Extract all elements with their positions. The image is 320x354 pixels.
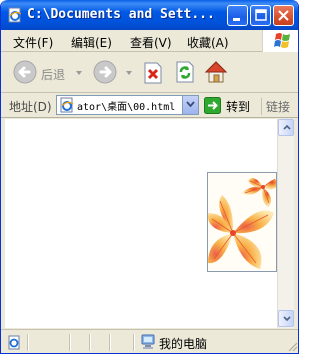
my-computer-icon <box>141 334 155 349</box>
status-bar: 我的电脑 <box>1 329 298 353</box>
title-bar[interactable]: C:\Documents and Sett... <box>1 0 298 30</box>
scroll-up-button[interactable] <box>278 119 294 136</box>
browser-window: C:\Documents and Sett... 文件(F) 编辑(E) 查看(… <box>0 0 299 354</box>
menu-bar: 文件(F) 编辑(E) 查看(V) 收藏(A) <box>1 30 298 52</box>
forward-dropdown-icon[interactable] <box>126 71 132 75</box>
back-label[interactable]: 后退 <box>41 66 65 83</box>
toolbar: 后退 <box>1 53 298 93</box>
address-input[interactable]: ator\桌面\00.html <box>56 95 199 115</box>
flower-illustration-icon <box>208 173 276 271</box>
go-label[interactable]: 转到 <box>226 98 250 115</box>
windows-logo <box>262 30 298 52</box>
address-bar: 地址(D) ator\桌面\00.html 转到 链接 <box>1 93 298 118</box>
windows-flag-icon <box>274 33 290 48</box>
close-button[interactable] <box>273 5 294 26</box>
chevron-down-icon <box>283 316 291 321</box>
status-divider <box>133 334 135 351</box>
status-zone-label: 我的电脑 <box>159 337 208 351</box>
ie-page-icon <box>8 7 22 23</box>
minimize-button[interactable] <box>227 5 248 26</box>
status-divider <box>27 334 29 351</box>
home-icon[interactable] <box>204 60 228 84</box>
address-value[interactable]: ator\桌面\00.html <box>77 98 179 113</box>
status-divider <box>69 334 71 351</box>
status-divider <box>89 334 91 351</box>
address-dropdown-button[interactable] <box>182 96 198 114</box>
go-button[interactable]: 转到 <box>204 96 258 115</box>
flower-image <box>207 172 277 272</box>
chevron-down-icon <box>186 101 195 107</box>
stop-icon[interactable] <box>143 62 163 84</box>
menu-favorites[interactable]: 收藏(A) <box>187 34 229 51</box>
chevron-up-icon <box>283 125 291 130</box>
maximize-button[interactable] <box>250 5 271 26</box>
ie-page-icon <box>60 97 74 113</box>
ie-page-icon <box>8 335 20 350</box>
links-label[interactable]: 链接 <box>261 98 298 115</box>
go-arrow-icon <box>204 97 221 114</box>
menu-file[interactable]: 文件(F) <box>13 34 53 51</box>
resize-grip-icon[interactable] <box>286 340 298 352</box>
forward-arrow-icon[interactable] <box>93 60 117 84</box>
scroll-down-button[interactable] <box>278 310 294 327</box>
window-title: C:\Documents and Sett... <box>27 7 215 22</box>
vertical-scrollbar[interactable] <box>277 119 294 328</box>
refresh-icon[interactable] <box>175 61 195 83</box>
page-content <box>5 119 277 328</box>
menu-edit[interactable]: 编辑(E) <box>71 34 112 51</box>
status-divider <box>109 334 111 351</box>
menu-view[interactable]: 查看(V) <box>130 34 172 51</box>
address-label: 地址(D) <box>9 100 52 114</box>
back-dropdown-icon[interactable] <box>76 71 82 75</box>
back-arrow-icon[interactable] <box>13 60 37 84</box>
